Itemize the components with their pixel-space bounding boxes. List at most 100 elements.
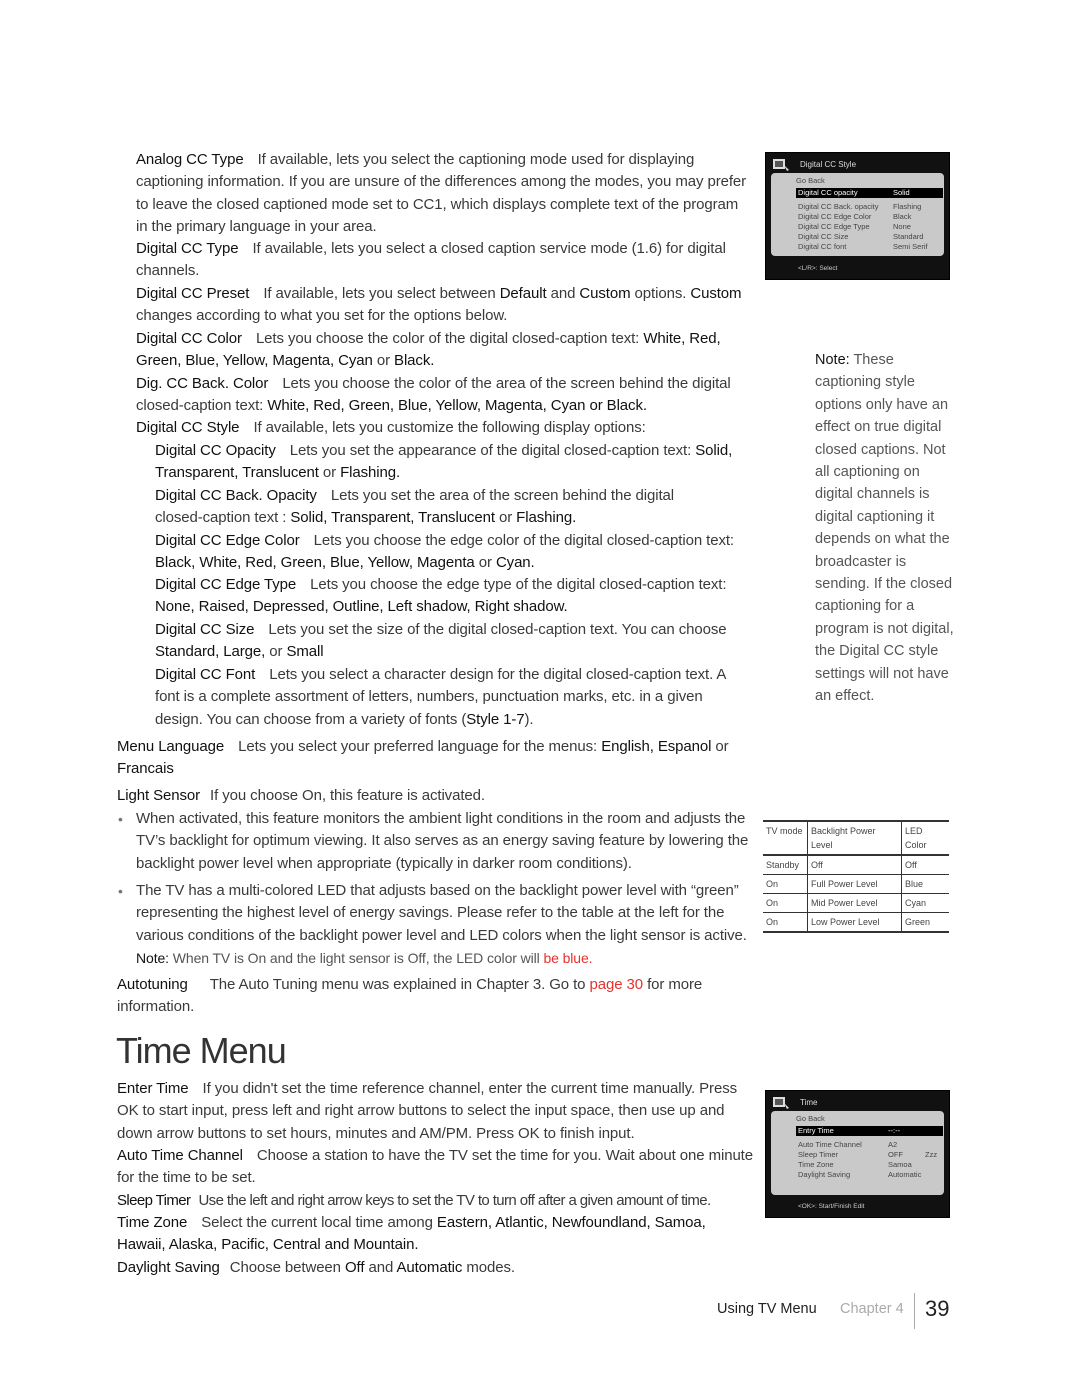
digital-cc-font-paragraph: Digital CC Font Lets you select a charact…	[155, 666, 726, 728]
table-row: On Mid Power Level Cyan	[763, 893, 949, 913]
sleep-icon: Zzz	[925, 1150, 938, 1159]
header-tv-mode: TV mode	[766, 826, 803, 836]
table-cell: Standby	[766, 860, 800, 870]
osd-item-value: Samoa	[888, 1160, 912, 1169]
page-footer: Using TV Menu Chapter 4 39	[700, 1293, 960, 1333]
term: Dig. CC Back. Color	[136, 375, 269, 392]
bullet-icon: •	[118, 811, 123, 827]
term: Digital CC Size	[155, 621, 255, 638]
autotuning-paragraph: Autotuning The Auto Tuning menu was expla…	[117, 976, 703, 1016]
osd-title: Time	[800, 1098, 818, 1107]
light-sensor-paragraph: Light Sensor If you choose On, this featu…	[117, 787, 485, 804]
osd-menu-item[interactable]: Digital CC opacity Solid	[796, 188, 943, 198]
term: Digital CC Font	[155, 666, 256, 683]
osd-menu-item[interactable]: Digital CC font Semi Serif	[796, 242, 943, 252]
osd-item-label: Time Zone	[798, 1160, 834, 1169]
sleep-timer-paragraph: Sleep Timer Use the left and right arrow …	[117, 1192, 711, 1209]
osd-item-value: OFF	[888, 1150, 903, 1159]
osd-item-label: Digital CC Back. opacity	[798, 202, 879, 211]
osd-menu-item[interactable]: Auto Time Channel A2	[796, 1140, 943, 1150]
table-row: Standby Off Off	[763, 855, 949, 875]
footer-divider	[914, 1293, 915, 1329]
osd-go-back[interactable]: Go Back	[796, 1114, 943, 1124]
osd-menu-item[interactable]: Digital CC Edge Type None	[796, 222, 943, 232]
analog-cc-type-paragraph: Analog CC Type If available, lets you sel…	[136, 151, 747, 236]
osd-item-value: A2	[888, 1140, 898, 1149]
osd-menu-item[interactable]: Daylight Saving Automatic	[796, 1170, 943, 1180]
term: Autotuning	[117, 976, 188, 993]
term: Time Zone	[117, 1214, 188, 1231]
osd-go-back[interactable]: Go Back	[796, 176, 943, 186]
osd-time: Time Go Back <OK>: Start/Finish Edit Ent…	[765, 1090, 950, 1218]
osd-menu-item[interactable]: Entry Time --:--	[796, 1126, 943, 1136]
term: Light Sensor	[117, 787, 201, 804]
term: Daylight Saving	[117, 1259, 220, 1276]
digital-cc-opacity-paragraph: Digital CC Opacity Lets you set the appea…	[155, 442, 733, 482]
led-color-table: TV mode Backlight Power Level LED Color …	[763, 820, 949, 933]
osd-digital-cc-style: Digital CC Style Go Back <L/R>: Select D…	[765, 152, 950, 280]
header-backlight: Backlight Power Level	[807, 821, 902, 855]
osd-item-label: Digital CC Size	[798, 232, 849, 241]
osd-item-label: Digital CC opacity	[798, 188, 858, 197]
table-row: On Full Power Level Blue	[763, 874, 949, 894]
digital-cc-back-opacity-paragraph: Digital CC Back. Opacity Lets you set the…	[155, 487, 674, 527]
term: Sleep Timer	[117, 1192, 191, 1209]
term: Enter Time	[117, 1080, 189, 1097]
table-cell: Green	[901, 912, 949, 932]
digital-cc-edge-color-paragraph: Digital CC Edge Color Lets you choose the…	[155, 532, 734, 572]
osd-menu-item[interactable]: Digital CC Edge Color Black	[796, 212, 943, 222]
osd-item-label: Sleep Timer	[798, 1150, 839, 1159]
term: Menu Language	[117, 738, 225, 755]
light-sensor-bullet-1: • When activated, this feature monitors …	[118, 810, 749, 872]
time-zone-paragraph: Time Zone Select the current local time a…	[117, 1214, 706, 1254]
term: Digital CC Style	[136, 419, 240, 436]
footer-chapter: Chapter 4	[840, 1301, 904, 1317]
osd-item-label: Digital CC Edge Color	[798, 212, 872, 221]
osd-footer-hint: <L/R>: Select	[798, 265, 838, 272]
term: Digital CC Preset	[136, 285, 250, 302]
term: Digital CC Color	[136, 330, 242, 347]
header-led-color: LED Color	[901, 821, 949, 855]
osd-item-value: Automatic	[888, 1170, 922, 1179]
osd-item-label: Daylight Saving	[798, 1170, 851, 1179]
digital-cc-color-paragraph: Digital CC Color Lets you choose the colo…	[136, 330, 721, 370]
osd-menu-item[interactable]: Time Zone Samoa	[796, 1160, 943, 1170]
osd-item-value: Standard	[893, 232, 924, 241]
table-cell: On	[766, 917, 779, 927]
term: Analog CC Type	[136, 151, 244, 168]
osd-item-label: Digital CC font	[798, 242, 847, 251]
tv-menu-icon	[773, 159, 789, 171]
auto-time-channel-paragraph: Auto Time Channel Choose a station to hav…	[117, 1147, 753, 1187]
term: Digital CC Back. Opacity	[155, 487, 317, 504]
table-cell: Mid Power Level	[807, 893, 902, 913]
osd-title: Digital CC Style	[800, 160, 857, 169]
term: Digital CC Edge Color	[155, 532, 300, 549]
light-sensor-note: Note: When TV is On and the light sensor…	[136, 950, 593, 966]
osd-item-value: None	[893, 222, 911, 231]
captioning-style-note: Note: These captioning style options onl…	[815, 352, 954, 705]
time-menu-heading: Time Menu	[116, 1030, 287, 1071]
bullet-icon: •	[118, 883, 123, 899]
menu-language-paragraph: Menu Language Lets you select your prefer…	[117, 738, 729, 778]
osd-menu-item[interactable]: Digital CC Size Standard	[796, 232, 943, 242]
table-cell: Full Power Level	[807, 874, 902, 894]
osd-item-value: Solid	[893, 188, 910, 197]
digital-cc-size-paragraph: Digital CC Size Lets you set the size of …	[155, 621, 727, 661]
osd-footer-hint: <OK>: Start/Finish Edit	[798, 1203, 865, 1210]
digital-cc-type-paragraph: Digital CC Type If available, lets you se…	[136, 240, 726, 280]
table-cell: On	[766, 879, 779, 889]
osd-menu-item[interactable]: Digital CC Back. opacity Flashing	[796, 202, 943, 212]
table-row: On Low Power Level Green	[763, 912, 949, 932]
page-number: 39	[925, 1296, 950, 1321]
digital-cc-edge-type-paragraph: Digital CC Edge Type Lets you choose the …	[155, 576, 727, 616]
table-cell: Off	[901, 855, 949, 875]
page-30-link[interactable]: page 30	[589, 976, 643, 993]
osd-item-value: Flashing	[893, 202, 922, 211]
table-cell: Low Power Level	[807, 912, 902, 932]
osd-menu-item[interactable]: Sleep Timer OFF Zzz	[796, 1150, 943, 1160]
tv-menu-icon	[773, 1097, 789, 1109]
osd-item-label: Digital CC Edge Type	[798, 222, 870, 231]
osd-item-label: Auto Time Channel	[798, 1140, 862, 1149]
table-cell: On	[766, 898, 779, 908]
term: Auto Time Channel	[117, 1147, 243, 1164]
